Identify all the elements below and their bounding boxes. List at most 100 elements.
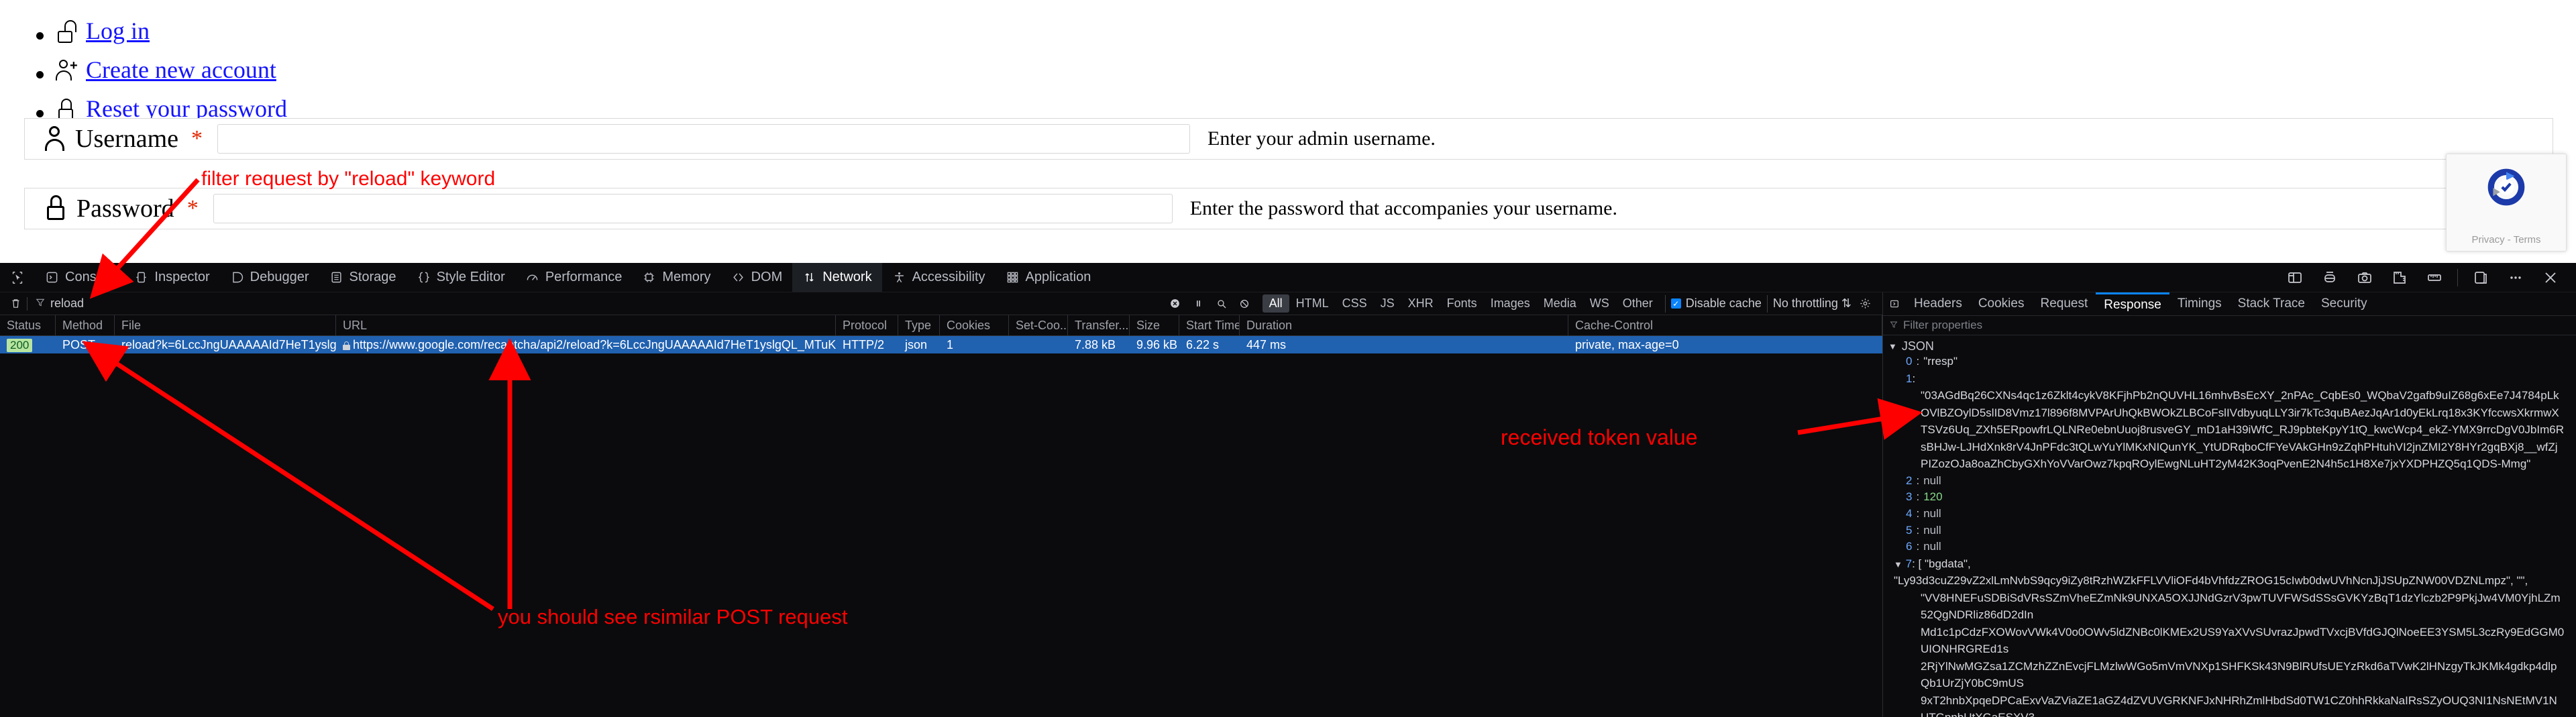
details-tab-stack-trace[interactable]: Stack Trace [2230,292,2313,315]
type-filter-images[interactable]: Images [1484,294,1537,313]
network-filter-input[interactable]: reload [36,296,84,311]
throttling-dropdown[interactable]: No throttling ⇅ [1773,296,1851,311]
username-input[interactable] [217,124,1191,154]
column-header-url[interactable]: URL [336,315,836,335]
details-tab-security[interactable]: Security [2313,292,2375,315]
json-response-tree: ▼ JSON 0: "rresp" 1: "03AGdBq26CXNs4qc1z… [1883,335,2576,717]
tab-style-editor[interactable]: Style Editor [407,263,515,292]
table-row[interactable]: 200 POST reload?k=6LccJngUAAAAAId7HeT1ys… [0,336,1882,353]
json-value: null [1923,474,1941,487]
details-tab-response[interactable]: Response [2096,292,2169,315]
screenshot-root: Log in + Create new account Reset your p… [0,0,2576,717]
column-header-protocol[interactable]: Protocol [836,315,898,335]
responsive-design-mode-icon[interactable] [2277,263,2312,292]
json-key: 7 [1905,557,1913,570]
ruler-icon[interactable] [2417,263,2452,292]
type-filter-fonts[interactable]: Fonts [1440,294,1484,313]
password-label: Password * [44,194,199,223]
column-header-status[interactable]: Status [0,315,56,335]
password-input[interactable] [213,194,1173,223]
column-header-start-time[interactable]: Start Time [1179,315,1240,335]
pause-icon[interactable] [1187,294,1210,313]
details-tab-cookies[interactable]: Cookies [1970,292,2033,315]
json-entry-4: 4: null [1883,506,2576,522]
devtools-toolbar-actions [2277,263,2576,292]
tab-inspector[interactable]: Inspector [124,263,219,292]
type-filter-css[interactable]: CSS [1336,294,1374,313]
measure-icon[interactable] [2382,263,2417,292]
column-header-set-cookies[interactable]: Set-Coo... [1009,315,1068,335]
type-filter-ws[interactable]: WS [1583,294,1616,313]
tab-application[interactable]: Application [996,263,1102,292]
username-description: Enter your admin username. [1208,127,1436,150]
type-filter-media[interactable]: Media [1537,294,1583,313]
block-icon[interactable] [1233,294,1256,313]
meatball-menu-icon[interactable] [2498,263,2533,292]
cell-size: 9.96 kB [1136,338,1178,351]
type-filter-all[interactable]: All [1262,294,1289,313]
column-header-file[interactable]: File [115,315,336,335]
dock-icon[interactable] [2463,263,2498,292]
recaptcha-privacy-link[interactable]: Privacy [2471,234,2504,245]
json-root-node[interactable]: ▼ JSON [1883,339,2576,353]
tab-label: Application [1025,270,1091,284]
column-header-size[interactable]: Size [1130,315,1179,335]
type-filter-xhr[interactable]: XHR [1401,294,1440,313]
type-filter-js[interactable]: JS [1374,294,1401,313]
password-label-text: Password [76,195,174,223]
username-label-text: Username [75,125,179,153]
close-icon[interactable] [2533,263,2568,292]
tab-performance[interactable]: Performance [515,263,633,292]
properties-filter-input[interactable]: Filter properties [1883,316,2576,335]
screenshot-icon[interactable] [2347,263,2382,292]
tab-accessibility[interactable]: Accessibility [882,263,996,292]
annotation-received-token: received token value [1501,425,1698,449]
tab-label: DOM [751,270,783,284]
expand-panel-icon[interactable] [1883,292,1906,315]
user-icon [44,125,66,153]
type-filter-other[interactable]: Other [1616,294,1660,313]
cell-url-text: https://www.google.com/recaptcha/api2/re… [353,338,836,351]
column-header-type[interactable]: Type [898,315,940,335]
recaptcha-badge[interactable]: Privacy - Terms [2446,154,2567,252]
annotation-filter-request: filter request by "reload" keyword [201,168,496,190]
element-picker-icon[interactable] [0,270,35,285]
tab-debugger[interactable]: Debugger [220,263,319,292]
json-value: null [1923,540,1941,553]
tab-console[interactable]: Console [35,263,124,292]
details-tab-headers[interactable]: Headers [1906,292,1970,315]
table-header-row: Status Method File URL Protocol Type Coo… [0,315,1882,336]
details-tab-timings[interactable]: Timings [2169,292,2230,315]
json-value: "rresp" [1923,355,1958,368]
tab-network[interactable]: Network [792,263,882,292]
tab-storage[interactable]: Storage [319,263,407,292]
column-header-cookies[interactable]: Cookies [940,315,1009,335]
clear-icon[interactable] [1163,294,1187,313]
details-tab-request[interactable]: Request [2032,292,2096,315]
column-header-cache-control[interactable]: Cache-Control [1568,315,1882,335]
cell-duration: 447 ms [1246,338,1287,351]
create-account-link[interactable]: Create new account [86,58,276,82]
type-filter-html[interactable]: HTML [1289,294,1336,313]
disable-cache-checkbox[interactable]: ✓ Disable cache [1670,296,1762,311]
tab-label: Accessibility [912,270,985,284]
search-icon[interactable] [1210,294,1233,313]
tab-dom[interactable]: DOM [721,263,793,292]
gear-icon[interactable] [1851,294,1878,313]
chevron-down-icon[interactable]: ▼ [1894,559,1902,569]
column-header-method[interactable]: Method [56,315,115,335]
tab-memory[interactable]: Memory [632,263,720,292]
login-link[interactable]: Log in [86,19,150,43]
devtools-tabbar: Console Inspector Debugger Storage Style… [0,263,2576,292]
required-marker: * [186,196,199,221]
application-icon [1006,270,1020,284]
column-header-duration[interactable]: Duration [1240,315,1568,335]
list-item: Reset your password [55,97,2576,121]
recaptcha-terms-link[interactable]: Terms [2514,234,2541,245]
trash-icon[interactable] [4,294,27,313]
network-toolbar: reload All HTML CSS JS XHR Fonts Images … [0,292,1882,315]
split-console-icon[interactable] [2312,263,2347,292]
request-details-panel: Headers Cookies Request Response Timings… [1883,292,2576,717]
reset-password-link[interactable]: Reset your password [86,97,287,121]
column-header-transferred[interactable]: Transfer... [1068,315,1130,335]
